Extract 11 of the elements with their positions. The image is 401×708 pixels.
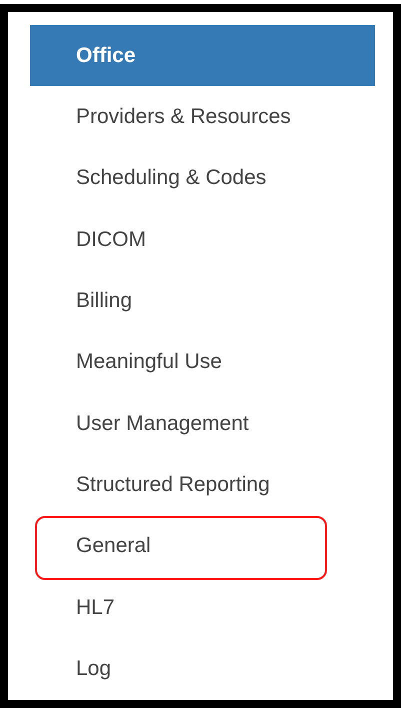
menu-item[interactable]: General <box>30 515 375 577</box>
menu-item[interactable]: Log <box>30 638 375 700</box>
menu-item[interactable]: Billing <box>30 270 375 332</box>
menu-item[interactable]: DICOM <box>30 208 375 270</box>
menu-item[interactable]: Scheduling & Codes <box>30 148 375 209</box>
menu-item[interactable]: Structured Reporting <box>30 454 375 516</box>
menu-item[interactable]: HL7 <box>30 576 375 638</box>
menu-item[interactable]: Providers & Resources <box>30 86 375 148</box>
menu-item[interactable]: Meaningful Use <box>30 331 375 393</box>
menu-item[interactable]: User Management <box>30 392 375 454</box>
menu-item[interactable]: Office <box>30 25 375 86</box>
